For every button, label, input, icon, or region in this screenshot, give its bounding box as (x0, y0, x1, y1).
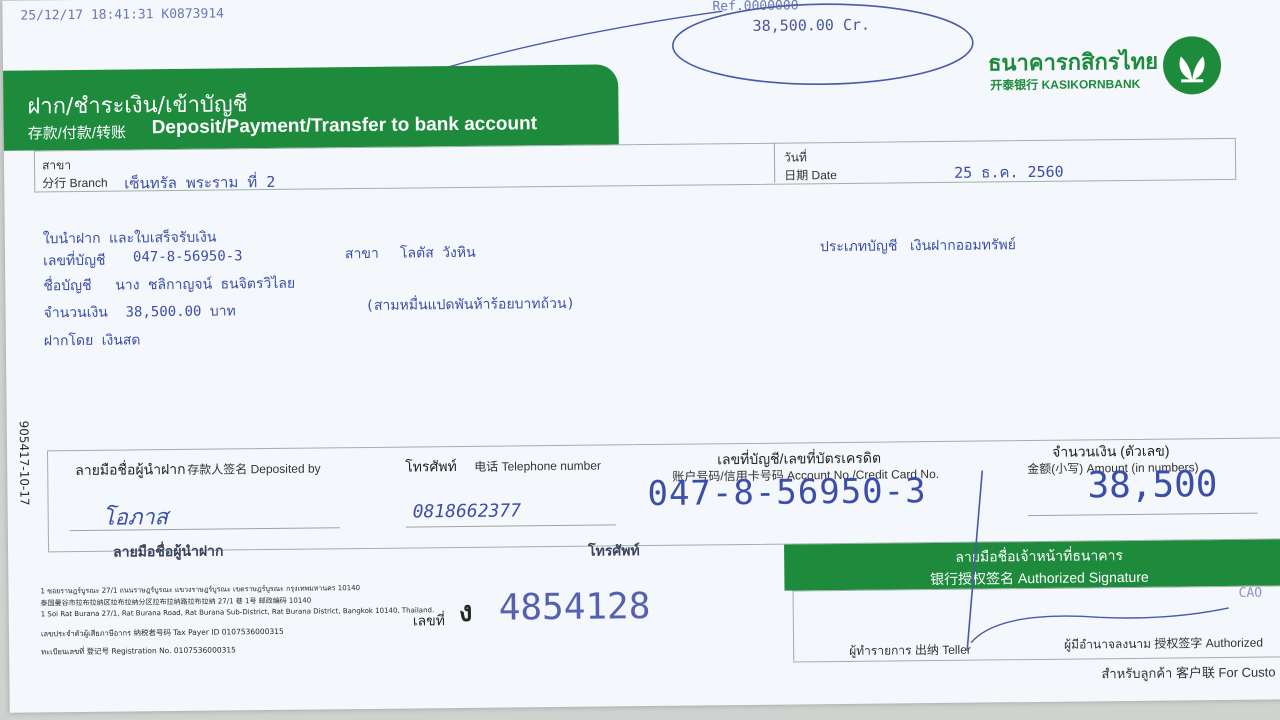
serial-label: เลขที่ (412, 613, 446, 630)
tax-id: เลขประจำตัวผู้เสียภาษีอากร 纳税者号码 Tax Pay… (40, 626, 284, 639)
account-name-label: ชื่อบัญชี (43, 277, 92, 295)
phone-value: 0818662377 (412, 500, 522, 523)
print-stamp: 25/12/17 18:41:31 K0873914 (20, 6, 225, 24)
body-branch-label: สาขา (344, 245, 379, 263)
title-english: Deposit/Payment/Transfer to bank account (151, 113, 538, 139)
phone-label: 电话 Telephone number (474, 458, 602, 474)
depositor-sign-caption: ลายมือชื่อผู้นำฝาก (112, 542, 224, 560)
account-type-value: เงินฝากออมทรัพย์ (909, 237, 1016, 255)
side-form-code: 905417-10-17 (16, 420, 32, 506)
body-branch-value: โลตัส วังหิน (399, 244, 476, 262)
date-value: 25 ธ.ค. 2560 (954, 162, 1064, 182)
amount-value: 38,500.00 บาท (125, 303, 236, 321)
cao-stamp: CAO (1238, 585, 1263, 601)
branch-label: 分行 Branch (42, 175, 108, 191)
address-english: 1 Soi Rat Burana 27/1, Rat Burana Road, … (40, 606, 435, 619)
registration-no: ทะเบียนเลขที่ 登记号 Registration No. 01075… (41, 645, 236, 657)
amount-label: จำนวนเงิน (43, 304, 108, 322)
serial-number: 4854128 (498, 586, 651, 629)
customer-copy-label: สำหรับลูกค้า 客户联 For Custo (1101, 664, 1276, 682)
address-thai: 1 ซอยราษฎร์บูรณะ 27/1 ถนนราษฎร์บูรณะ แขว… (40, 584, 361, 596)
serial-prefix: ง (458, 594, 473, 629)
bank-name-english: 开泰银行 KASIKORNBANK (990, 76, 1141, 93)
date-label-thai: วันที่ (783, 150, 807, 165)
receipt-title: ใบนำฝาก และใบเสร็จรับเงิน (42, 229, 217, 248)
phone-caption: โทรศัพท์ (588, 542, 640, 559)
deposit-method: ฝากโดย เงินสด (43, 332, 141, 350)
deposited-by-label-thai: ลายมือชื่อผู้นำฝาก (75, 460, 186, 479)
account-name-value: นาง ชลิกาญจน์ ธนจิตรวิไลย (115, 275, 296, 294)
deposited-by-label: 存款人签名 Deposited by (187, 461, 321, 477)
branch-value: เซ็นทรัล พระราม ที่ 2 (124, 172, 276, 193)
phone-label-thai: โทรศัพท์ (405, 458, 457, 475)
account-label: เลขที่บัญชี (42, 252, 106, 270)
account-no-value: 047-8-56950-3 (647, 471, 927, 515)
deposit-slip: 25/12/17 18:41:31 K0873914 Ref.0000000 3… (2, 0, 1280, 713)
branch-label-thai: สาขา (41, 158, 72, 173)
kbank-logo-icon (1162, 36, 1222, 95)
address-chinese: 泰国曼谷市拉布拉纳区拉布拉纳分区拉布拉纳路拉布拉纳 27/1 巷 1号 邮政编码… (40, 596, 312, 608)
header-band: ฝาก/ชำระเงิน/เข้าบัญชี 存款/付款/转账 Deposit/… (3, 64, 619, 151)
account-type-label: ประเภทบัญชี (819, 238, 898, 256)
teller-pen-mark (966, 470, 1229, 651)
date-label: 日期 Date (784, 168, 837, 183)
account-value: 047-8-56950-3 (132, 248, 243, 266)
amount-in-words: (สามหมื่นแปดพันห้าร้อยบาทถ้วน) (365, 295, 576, 314)
title-chinese: 存款/付款/转账 (27, 124, 127, 143)
